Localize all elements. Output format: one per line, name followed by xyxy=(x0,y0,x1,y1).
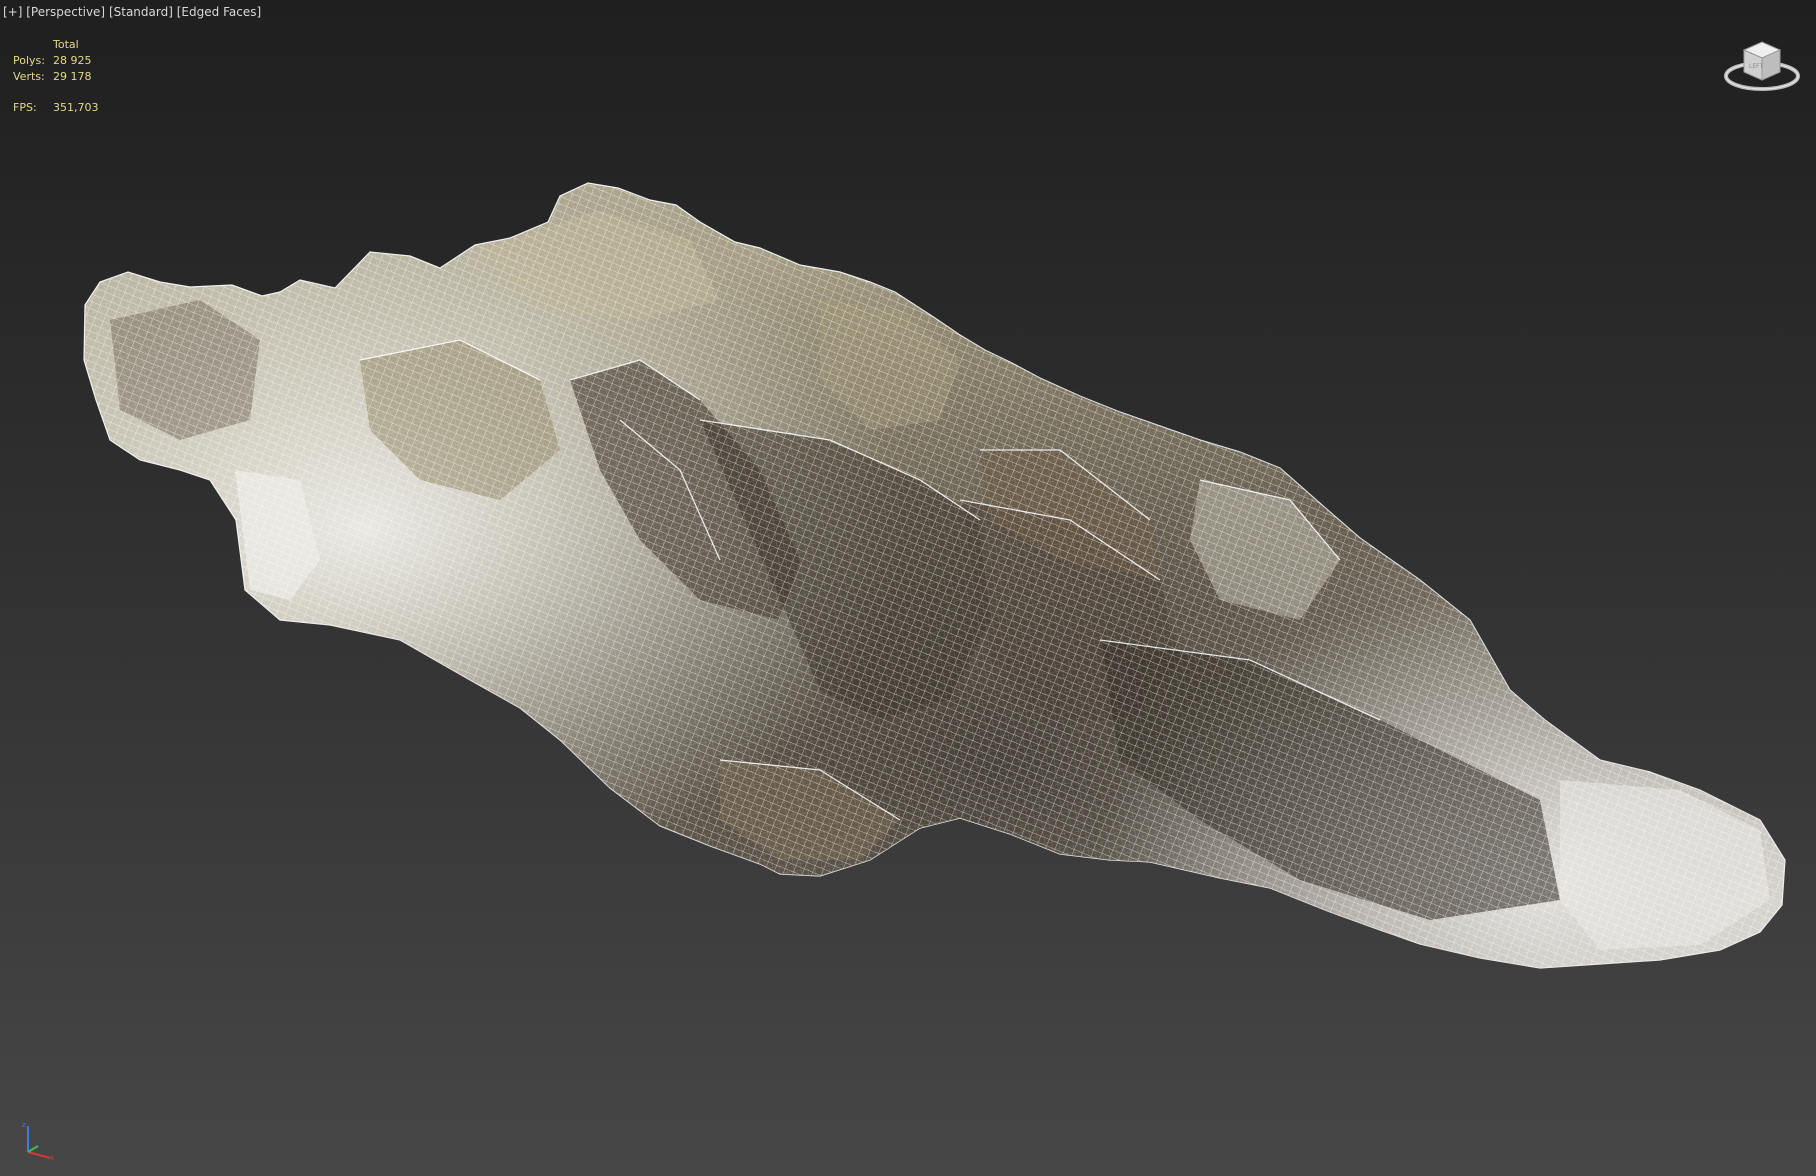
axis-tripod-icon: z x xyxy=(22,1121,54,1162)
stats-header: Total xyxy=(53,38,79,51)
viewport-display-edged-faces[interactable]: [Edged Faces] xyxy=(177,5,261,19)
viewport-shading-standard[interactable]: [Standard] xyxy=(109,5,173,19)
svg-text:LEFT: LEFT xyxy=(1749,63,1763,70)
fps-label: FPS: xyxy=(13,101,37,114)
viewport-menu-plus[interactable]: [+] xyxy=(3,5,22,19)
polys-label: Polys: xyxy=(13,54,45,67)
viewport-label[interactable]: [+] [Perspective] [Standard] [Edged Face… xyxy=(3,5,261,19)
statistics-overlay: Total Polys: 28 925 Verts: 29 178 FPS: 351,… xyxy=(13,37,99,116)
verts-value: 29 178 xyxy=(53,70,92,83)
verts-label: Verts: xyxy=(13,70,45,83)
rock-mesh[interactable] xyxy=(0,0,1816,1176)
viewport-view-perspective[interactable]: [Perspective] xyxy=(26,5,105,19)
svg-text:x: x xyxy=(50,1154,54,1162)
svg-text:z: z xyxy=(22,1121,26,1129)
perspective-viewport[interactable]: [+] [Perspective] [Standard] [Edged Face… xyxy=(0,0,1816,1176)
viewcube-icon[interactable]: LEFT xyxy=(1720,28,1804,98)
polys-value: 28 925 xyxy=(53,54,92,67)
fps-value: 351,703 xyxy=(53,101,99,114)
